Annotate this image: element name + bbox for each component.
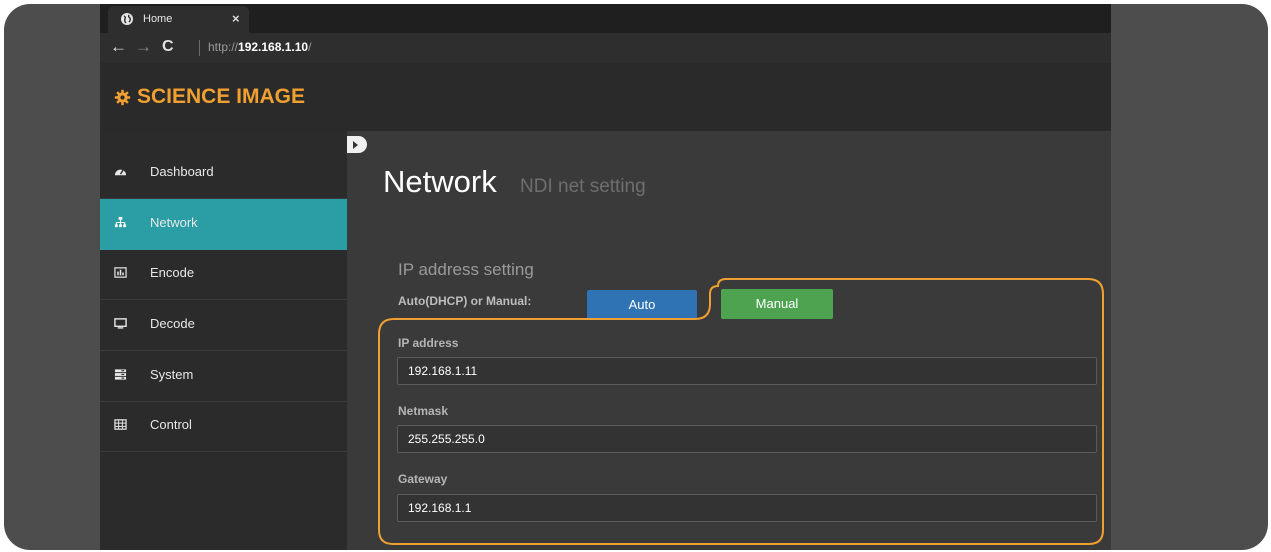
netmask-label: Netmask — [398, 404, 449, 418]
tab-close-icon[interactable]: × — [232, 11, 240, 26]
sidebar-item-encode[interactable]: Encode — [100, 249, 347, 300]
sidebar-item-control[interactable]: Control — [100, 401, 347, 452]
netmask-field[interactable] — [397, 425, 1097, 453]
sidebar: Dashboard Network Encode Decode System C… — [100, 131, 347, 550]
browser-tab[interactable]: Home × — [108, 6, 249, 33]
auto-button[interactable]: Auto — [587, 290, 697, 320]
manual-button[interactable]: Manual — [721, 289, 833, 319]
screenshot-frame: Home × ← → C http://192.168.1.10/ SCIENC… — [4, 4, 1268, 550]
tab-title: Home — [143, 13, 173, 25]
url-divider — [199, 40, 200, 56]
sitemap-icon — [114, 216, 127, 228]
sidebar-item-label: System — [150, 367, 194, 382]
dashboard-icon — [114, 169, 127, 176]
sidebar-toggle-icon[interactable] — [347, 136, 367, 153]
brand-name: SCIENCE IMAGE — [137, 85, 306, 108]
ip-address-label: IP address — [398, 336, 459, 350]
url-host: 192.168.1.10 — [238, 40, 309, 54]
app-header: SCIENCE IMAGE — [100, 63, 1111, 131]
address-bar[interactable]: http://192.168.1.10/ — [208, 40, 311, 54]
reload-icon[interactable]: C — [162, 37, 174, 57]
ip-address-field[interactable] — [397, 357, 1097, 385]
browser-window: Home × ← → C http://192.168.1.10/ SCIENC… — [100, 4, 1111, 550]
browser-toolbar: ← → C http://192.168.1.10/ — [100, 33, 1111, 63]
page-subtitle: NDI net setting — [520, 176, 646, 197]
sidebar-item-label: Dashboard — [150, 164, 214, 179]
bar-chart-icon — [114, 267, 127, 278]
sidebar-item-system[interactable]: System — [100, 351, 347, 402]
url-path: / — [308, 40, 312, 54]
back-arrow-icon[interactable]: ← — [110, 37, 127, 57]
sidebar-item-label: Encode — [150, 265, 195, 280]
grid-table-icon — [114, 419, 127, 430]
monitor-icon — [114, 318, 127, 329]
sidebar-item-label: Control — [150, 417, 192, 432]
gateway-field[interactable] — [397, 494, 1097, 522]
gear-icon — [114, 89, 131, 105]
sidebar-item-label: Network — [150, 215, 198, 230]
section-title: IP address setting — [398, 260, 534, 279]
server-icon — [114, 369, 127, 380]
globe-icon — [121, 13, 133, 25]
forward-arrow-icon[interactable]: → — [135, 37, 152, 57]
brand-logo[interactable]: SCIENCE IMAGE — [114, 85, 305, 109]
sidebar-item-label: Decode — [150, 316, 195, 331]
mode-label: Auto(DHCP) or Manual: — [398, 294, 532, 308]
sidebar-item-network[interactable]: Network — [100, 199, 347, 250]
page-title: Network — [383, 164, 497, 199]
sidebar-item-decode[interactable]: Decode — [100, 300, 347, 351]
url-scheme: http:// — [208, 40, 239, 54]
sidebar-item-dashboard[interactable]: Dashboard — [100, 148, 347, 199]
gateway-label: Gateway — [398, 472, 448, 486]
tab-strip: Home × — [100, 4, 1111, 33]
